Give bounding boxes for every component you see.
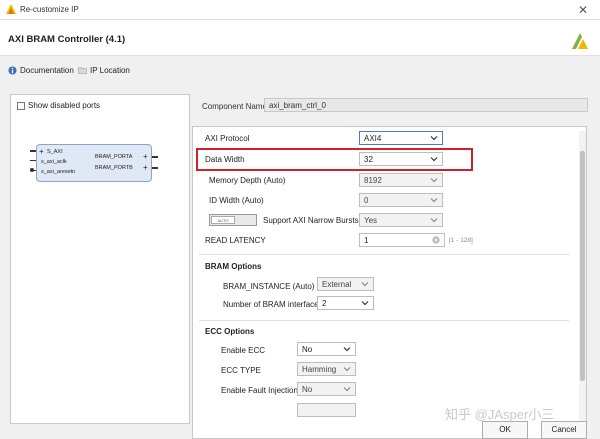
- fault-injection-value: No: [302, 385, 313, 394]
- expand-s-axi-icon[interactable]: +: [39, 148, 44, 156]
- chevron-down-icon: [430, 157, 438, 162]
- expand-portb-icon[interactable]: +: [143, 164, 148, 172]
- scrollbar-thumb[interactable]: [580, 151, 585, 381]
- ok-button[interactable]: OK: [482, 421, 528, 439]
- bram-instance-label: BRAM_INSTANCE (Auto): [223, 282, 315, 291]
- documentation-label: Documentation: [20, 66, 74, 75]
- porta-pin: [152, 156, 158, 158]
- parameters-panel: AXI Protocol AXI4 Data Width 32 Memory D…: [192, 126, 587, 439]
- memory-depth-label: Memory Depth (Auto): [209, 176, 286, 185]
- enable-ecc-value: No: [302, 345, 313, 354]
- enable-ecc-select[interactable]: No: [297, 342, 356, 356]
- narrow-bursts-select[interactable]: Yes: [359, 213, 443, 227]
- narrow-bursts-auto-toggle[interactable]: AUTO: [209, 214, 257, 226]
- component-name-input[interactable]: axi_bram_ctrl_0: [264, 98, 588, 112]
- vivado-app-icon: [6, 4, 16, 14]
- aresetn-port-label: s_axi_aresetn: [41, 169, 76, 175]
- axi-protocol-value: AXI4: [364, 134, 382, 143]
- data-width-select[interactable]: 32: [359, 152, 443, 166]
- aclk-pin: [30, 160, 36, 161]
- data-width-value: 32: [364, 155, 373, 164]
- documentation-link[interactable]: Documentation: [8, 66, 74, 75]
- id-width-value: 0: [364, 196, 369, 205]
- chevron-down-icon: [430, 136, 438, 141]
- num-bram-interfaces-select[interactable]: 2: [317, 296, 374, 310]
- parameters-scrollbar[interactable]: [579, 131, 586, 433]
- axi-protocol-label: AXI Protocol: [205, 134, 250, 143]
- watermark: 知乎 @JAsper小三: [445, 407, 555, 422]
- read-latency-range: [1 - 128]: [449, 237, 473, 244]
- chevron-down-icon: [343, 347, 351, 352]
- data-width-label: Data Width: [205, 155, 245, 164]
- id-width-select[interactable]: 0: [359, 193, 443, 207]
- fault-injection-select[interactable]: No: [297, 382, 356, 396]
- read-latency-label: READ LATENCY: [205, 236, 266, 245]
- fault-injection-label: Enable Fault Injection: [221, 386, 298, 395]
- num-bram-interfaces-value: 2: [322, 299, 327, 308]
- bram-options-heading: BRAM Options: [205, 262, 262, 271]
- window-title: Re-customize IP: [20, 5, 79, 14]
- bram-instance-select[interactable]: External: [317, 277, 374, 291]
- clear-icon[interactable]: [432, 235, 440, 245]
- expand-porta-icon[interactable]: +: [143, 153, 148, 161]
- show-disabled-ports-label: Show disabled ports: [28, 101, 101, 110]
- cancel-button[interactable]: Cancel: [541, 421, 587, 439]
- portb-pin: [152, 167, 158, 169]
- divider: [199, 320, 569, 321]
- num-bram-interfaces-label: Number of BRAM interfaces: [223, 300, 323, 309]
- chevron-down-icon: [361, 301, 369, 306]
- ip-block-symbol: + S_AXI s_axi_aclk s_axi_aresetn BRAM_PO…: [36, 144, 152, 182]
- ip-location-label: IP Location: [90, 66, 130, 75]
- axi-protocol-select[interactable]: AXI4: [359, 131, 443, 145]
- read-latency-value: 1: [364, 236, 369, 245]
- vivado-logo-icon: [572, 33, 588, 49]
- show-disabled-ports-checkbox[interactable]: [17, 101, 25, 110]
- chevron-down-icon: [430, 218, 438, 223]
- folder-icon: [78, 67, 87, 74]
- title-bar: Re-customize IP ✕: [0, 0, 600, 20]
- read-latency-input[interactable]: 1: [359, 233, 445, 247]
- enable-ecc-label: Enable ECC: [221, 346, 266, 355]
- component-name-label: Component Name: [202, 102, 267, 111]
- chevron-down-icon: [361, 282, 369, 287]
- info-icon: [8, 66, 17, 75]
- close-icon[interactable]: ✕: [574, 2, 592, 18]
- chevron-down-icon: [343, 387, 351, 392]
- auto-toggle-knob: AUTO: [211, 216, 235, 224]
- narrow-bursts-value: Yes: [364, 216, 378, 225]
- ecc-type-value: Hamming: [302, 365, 337, 374]
- narrow-bursts-label: Support AXI Narrow Bursts: [263, 216, 359, 225]
- s-axi-port-label: S_AXI: [47, 149, 63, 155]
- id-width-label: ID Width (Auto): [209, 196, 264, 205]
- ecc-options-heading: ECC Options: [205, 327, 255, 336]
- ecc-type-select[interactable]: Hamming: [297, 362, 356, 376]
- config-panel: Component Name axi_bram_ctrl_0 AXI Proto…: [190, 94, 600, 439]
- bram-porta-label: BRAM_PORTA: [95, 154, 133, 160]
- bram-instance-value: External: [322, 280, 352, 289]
- aclk-port-label: s_axi_aclk: [41, 159, 67, 165]
- links-bar: Documentation IP Location: [0, 57, 600, 85]
- s-axi-pin: [30, 150, 36, 152]
- ecc-type-label: ECC TYPE: [221, 366, 261, 375]
- memory-depth-select[interactable]: 8192: [359, 173, 443, 187]
- aresetn-inversion-dot: [30, 168, 34, 172]
- partially-visible-select[interactable]: [297, 403, 356, 417]
- chevron-down-icon: [430, 198, 438, 203]
- ip-location-link[interactable]: IP Location: [78, 66, 130, 75]
- chevron-down-icon: [343, 367, 351, 372]
- chevron-down-icon: [430, 178, 438, 183]
- memory-depth-value: 8192: [364, 176, 382, 185]
- show-disabled-ports-row[interactable]: Show disabled ports: [17, 101, 100, 110]
- ip-header: AXI BRAM Controller (4.1): [0, 20, 600, 56]
- bram-portb-label: BRAM_PORTB: [95, 165, 133, 171]
- ip-title: AXI BRAM Controller (4.1): [8, 34, 126, 45]
- divider: [199, 254, 569, 255]
